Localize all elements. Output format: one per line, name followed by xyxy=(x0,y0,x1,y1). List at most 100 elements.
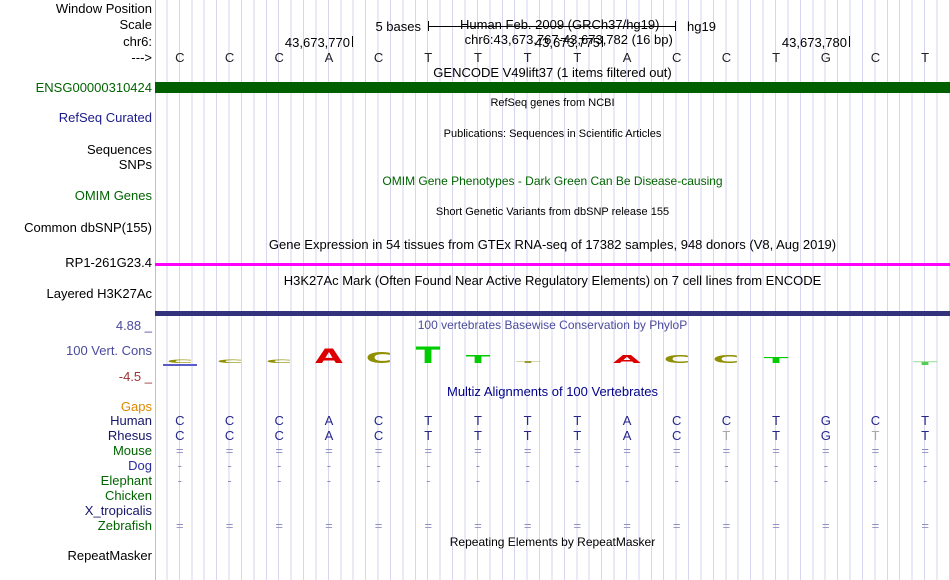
alignment-cell-rhesus: T xyxy=(573,428,582,443)
alignment-cell-rhesus: C xyxy=(373,428,384,443)
track-label-gaps[interactable]: Gaps xyxy=(121,399,152,414)
base-letter: A xyxy=(324,50,334,65)
track-title-refseq-genes-from-ncbi[interactable]: RefSeq genes from NCBI xyxy=(155,96,950,111)
conservation-letter: T xyxy=(515,360,540,364)
track-label-zebrafish[interactable]: Zebrafish xyxy=(98,518,152,533)
alignment-cell-zebrafish: = xyxy=(573,518,582,533)
alignment-cell-elephant: - xyxy=(177,473,183,488)
alignment-cell-mouse: = xyxy=(672,443,681,458)
track-label-[interactable]: ---> xyxy=(131,50,152,65)
track-title-repeating-elements-by-repeatmasker[interactable]: Repeating Elements by RepeatMasker xyxy=(155,535,950,550)
alignment-cell-mouse: = xyxy=(325,443,333,458)
conservation-letter: T xyxy=(912,361,938,367)
alignment-cell-mouse: = xyxy=(176,443,184,458)
track-title-omim-gene-phenotypes-dark-green-can-be-d[interactable]: OMIM Gene Phenotypes - Dark Green Can Be… xyxy=(155,174,950,189)
alignment-cell-rhesus: C xyxy=(672,428,682,443)
base-letter: T xyxy=(523,50,532,65)
alignment-cell-human: T xyxy=(473,413,482,428)
coordinate-label: 43,673,780 xyxy=(781,35,847,50)
track-label-elephant[interactable]: Elephant xyxy=(101,473,152,488)
layered-h3k27ac-bar[interactable] xyxy=(155,311,950,316)
alignment-cell-zebrafish: = xyxy=(772,518,780,533)
genome-browser-image: Human Feb. 2009 (GRCh37/hg19) chr6: 43,67… xyxy=(0,0,950,580)
alignment-cell-mouse: = xyxy=(871,443,880,458)
alignment-cell-zebrafish: = xyxy=(325,518,333,533)
alignment-cell-rhesus: T xyxy=(722,428,731,443)
alignment-cell-dog: - xyxy=(873,458,878,473)
track-label-repeatmasker[interactable]: RepeatMasker xyxy=(67,548,152,563)
track-label-4-88[interactable]: 4.88 _ xyxy=(116,318,152,333)
alignment-cell-mouse: = xyxy=(921,443,929,458)
alignment-cell-zebrafish: = xyxy=(176,518,184,533)
track-label-snps[interactable]: SNPs xyxy=(119,157,152,172)
alignment-cell-human: C xyxy=(175,413,185,428)
track-title-publications-sequences-in-scientific-art[interactable]: Publications: Sequences in Scientific Ar… xyxy=(155,127,950,142)
alignment-cell-human: G xyxy=(820,413,831,428)
alignment-cell-elephant: - xyxy=(227,473,232,488)
track-label-100-vert-cons[interactable]: 100 Vert. Cons xyxy=(66,343,152,358)
alignment-cell-mouse: = xyxy=(722,443,731,458)
alignment-cell-dog: - xyxy=(773,458,779,473)
conservation-glyph: T xyxy=(754,351,798,366)
alignment-cell-elephant: - xyxy=(426,473,431,488)
track-label-rhesus[interactable]: Rhesus xyxy=(108,428,152,443)
alignment-cell-rhesus: C xyxy=(224,428,235,443)
track-label-sequences[interactable]: Sequences xyxy=(87,142,152,157)
track-label-chicken[interactable]: Chicken xyxy=(105,488,152,503)
alignment-cell-zebrafish: = xyxy=(672,518,681,533)
track-label-4-5[interactable]: -4.5 _ xyxy=(119,369,152,384)
scale-bar xyxy=(428,26,676,27)
track-label-rp1-261g23-4[interactable]: RP1-261G23.4 xyxy=(65,255,152,270)
track-label-ensg00000310424[interactable]: ENSG00000310424 xyxy=(36,80,152,95)
base-letter: T xyxy=(473,50,482,65)
track-label-human[interactable]: Human xyxy=(110,413,152,428)
gencode-gene-bar[interactable] xyxy=(155,82,950,93)
track-label-mouse[interactable]: Mouse xyxy=(113,443,152,458)
alignment-cell-human: C xyxy=(721,413,732,428)
alignment-cell-elephant: - xyxy=(823,473,828,488)
track-title-h3k27ac-mark-often-found-near-active-reg[interactable]: H3K27Ac Mark (Often Found Near Active Re… xyxy=(155,273,950,288)
alignment-cell-mouse: = xyxy=(225,443,234,458)
alignment-cell-zebrafish: = xyxy=(523,518,532,533)
track-label-scale[interactable]: Scale xyxy=(119,17,152,32)
alignment-cell-dog: - xyxy=(525,458,530,473)
alignment-cell-human: T xyxy=(523,413,532,428)
alignment-cell-dog: - xyxy=(823,458,828,473)
track-title-short-genetic-variants-from-dbsnp-releas[interactable]: Short Genetic Variants from dbSNP releas… xyxy=(155,205,950,220)
base-letter: C xyxy=(721,50,732,65)
alignment-cell-human: A xyxy=(324,413,334,428)
coordinate-tick xyxy=(352,36,353,47)
track-title-100-vertebrates-basewise-conservation-by[interactable]: 100 vertebrates Basewise Conservation by… xyxy=(155,318,950,333)
alignment-cell-mouse: = xyxy=(772,443,780,458)
track-label-window-position[interactable]: Window Position xyxy=(56,1,152,16)
track-label-layered-h3k27ac[interactable]: Layered H3K27Ac xyxy=(46,286,152,301)
alignment-cell-human: C xyxy=(672,413,682,428)
track-label-chr6[interactable]: chr6: xyxy=(123,34,152,49)
alignment-cell-rhesus: C xyxy=(274,428,284,443)
track-label-x-tropicalis[interactable]: X_tropicalis xyxy=(85,503,152,518)
alignment-cell-human: T xyxy=(424,413,433,428)
track-label-omim-genes[interactable]: OMIM Genes xyxy=(75,188,152,203)
track-title-multiz-alignments-of-100-vertebrates[interactable]: Multiz Alignments of 100 Vertebrates xyxy=(155,384,950,399)
alignment-cell-rhesus: T xyxy=(523,428,532,443)
alignment-cell-human: T xyxy=(573,413,582,428)
track-title-gencode-v49lift37-1-items-filtered-out[interactable]: GENCODE V49lift37 (1 items filtered out) xyxy=(155,65,950,80)
alignment-cell-dog: - xyxy=(724,458,729,473)
coordinate-label: 43,673,770 xyxy=(284,35,350,50)
alignment-cell-human: C xyxy=(224,413,235,428)
base-letter: C xyxy=(175,50,185,65)
alignment-cell-zebrafish: = xyxy=(722,518,731,533)
track-label-dog[interactable]: Dog xyxy=(128,458,152,473)
track-label-common-dbsnp-155[interactable]: Common dbSNP(155) xyxy=(24,220,152,235)
base-letter: C xyxy=(224,50,235,65)
alignment-cell-dog: - xyxy=(227,458,232,473)
alignment-cell-dog: - xyxy=(277,458,282,473)
alignment-cell-zebrafish: = xyxy=(623,518,631,533)
alignment-cell-dog: - xyxy=(674,458,679,473)
scale-bar-left-tick xyxy=(428,21,429,31)
track-label-refseq-curated[interactable]: RefSeq Curated xyxy=(59,110,152,125)
gtex-gene-model-bar[interactable] xyxy=(155,263,950,266)
alignment-cell-zebrafish: = xyxy=(821,518,830,533)
alignment-cell-dog: - xyxy=(624,458,630,473)
track-title-gene-expression-in-54-tissues-from-gtex-[interactable]: Gene Expression in 54 tissues from GTEx … xyxy=(155,237,950,252)
